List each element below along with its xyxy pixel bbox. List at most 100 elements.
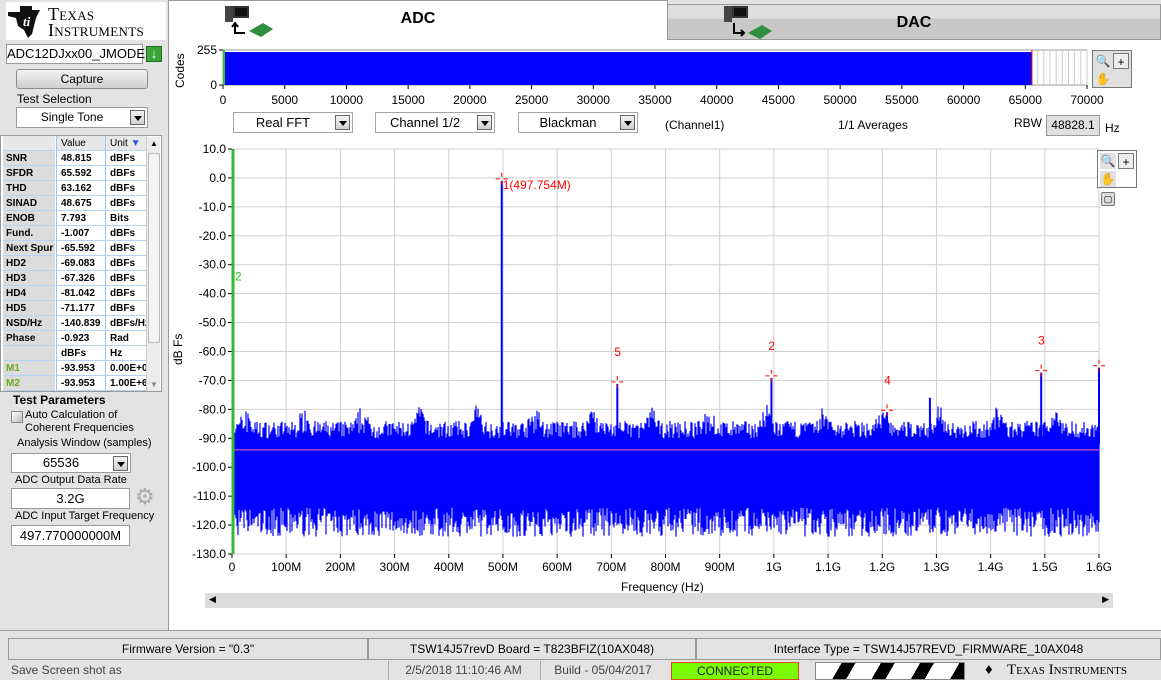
ti-logo-icon: ti — [8, 6, 40, 38]
table-row: HD2 -69.083 dBFs — [1, 256, 148, 271]
chevron-down-icon[interactable] — [477, 115, 492, 130]
zoom-icon[interactable]: 🔍 — [1095, 53, 1111, 69]
fft-type-dropdown[interactable]: Real FFT — [233, 112, 353, 133]
fft-xtick-label: 600M — [542, 560, 572, 574]
row-value: -69.083 — [56, 256, 106, 271]
row-value: -93.953 — [56, 376, 106, 391]
pan-hand-icon[interactable]: ✋ — [1095, 71, 1111, 87]
table-row: SNR 48.815 dBFs — [1, 151, 148, 166]
ti-logo: ti Texas Instruments — [6, 2, 166, 40]
scroll-left-icon[interactable]: ◀ — [209, 594, 216, 605]
chevron-down-icon[interactable] — [335, 115, 350, 130]
codes-xtick-label: 60000 — [947, 93, 981, 107]
header-unit[interactable]: Unit ▼ — [106, 136, 148, 151]
gear-icon[interactable]: ⚙ — [135, 484, 155, 510]
row-unit: dBFs — [106, 151, 148, 166]
fft-ytick-label: -10.0 — [199, 200, 227, 214]
fft-ytick-label: -60.0 — [199, 345, 227, 359]
firmware-version: Firmware Version = "0.3" — [8, 638, 368, 660]
capture-button[interactable]: Capture — [16, 69, 148, 89]
auto-calc-checkbox[interactable] — [11, 411, 23, 423]
row-name: ENOB — [3, 211, 55, 226]
pan-hand-icon[interactable]: ✋ — [1100, 171, 1116, 187]
test-params-title: Test Parameters — [13, 393, 106, 407]
table-scrollbar[interactable]: ▲ ▼ — [146, 137, 160, 391]
row-value: 48.675 — [56, 196, 106, 211]
interface-type: Interface Type = TSW14J57REVD_FIRMWARE_1… — [696, 638, 1161, 660]
row-unit: dBFs — [106, 181, 148, 196]
row-name: HD3 — [3, 271, 55, 286]
chevron-down-icon[interactable] — [620, 115, 635, 130]
channel-dropdown[interactable]: Channel 1/2 — [375, 112, 495, 133]
codes-xtick-label: 25000 — [515, 93, 549, 107]
header-value: Value — [56, 136, 106, 151]
auto-calc-label-1: Auto Calculation of — [25, 409, 118, 421]
scroll-thumb[interactable] — [148, 153, 160, 343]
analysis-window-dropdown[interactable]: 65536 — [11, 453, 131, 473]
reset-zoom-icon[interactable]: ▢ — [1101, 192, 1115, 206]
table-row: NSD/Hz -140.839 dBFs/Hz — [1, 316, 148, 331]
row-unit: dBFs — [106, 271, 148, 286]
tab-adc-label: ADC — [400, 10, 436, 27]
fft-xtick-label: 1.1G — [815, 560, 841, 574]
codes-chart-toolbox: 🔍 + ✋ — [1092, 50, 1132, 88]
chevron-down-icon[interactable] — [113, 456, 128, 471]
codes-ytick-label: 255 — [197, 43, 217, 57]
data-rate-label: ADC Output Data Rate — [15, 474, 127, 486]
peak-label: 2 — [768, 339, 775, 353]
target-freq-input[interactable]: 497.770000000M — [11, 525, 130, 546]
row-value: 63.162 — [56, 181, 106, 196]
device-select[interactable]: ADC12DJxx00_JMODE — [6, 44, 145, 64]
tab-adc[interactable]: ADC — [168, 0, 668, 40]
fft-ytick-label: -80.0 — [199, 402, 227, 416]
codes-xtick-label: 10000 — [330, 93, 364, 107]
green-down-arrow-icon[interactable]: ↓ — [146, 46, 162, 62]
crosshair-icon[interactable]: + — [1113, 53, 1129, 69]
test-selection-dropdown[interactable]: Single Tone — [16, 107, 148, 128]
fft-ytick-label: -100.0 — [192, 460, 226, 474]
scroll-right-icon[interactable]: ▶ — [1102, 594, 1109, 605]
save-screenshot-link[interactable]: Save Screen shot as — [11, 661, 122, 680]
codes-xtick-label: 50000 — [823, 93, 857, 107]
table-row: Next Spur -65.592 dBFs — [1, 241, 148, 256]
analysis-window-label: Analysis Window (samples) — [17, 437, 152, 449]
rbw-unit: Hz — [1105, 121, 1120, 135]
zoom-icon[interactable]: 🔍 — [1100, 153, 1116, 169]
crosshair-icon[interactable]: + — [1118, 153, 1134, 169]
fft-ytick-label: -130.0 — [192, 547, 226, 561]
row-unit: dBFs — [106, 286, 148, 301]
scroll-down-icon[interactable]: ▼ — [150, 380, 158, 389]
table-row: SINAD 48.675 dBFs — [1, 196, 148, 211]
data-rate-input[interactable]: 3.2G — [11, 488, 130, 509]
peak-label: 1(497.754M) — [503, 178, 571, 192]
svg-text:ti: ti — [23, 14, 31, 29]
peak-label: 4 — [884, 373, 891, 387]
tab-dac[interactable]: DAC — [667, 4, 1161, 40]
table-row: HD3 -67.326 dBFs — [1, 271, 148, 286]
window-dropdown[interactable]: Blackman — [518, 112, 638, 133]
row-unit: Bits — [106, 211, 148, 226]
fft-ytick-label: -50.0 — [199, 316, 227, 330]
ti-logo-icon: ♦ — [985, 661, 993, 678]
fft-ytick-label: -120.0 — [192, 518, 226, 532]
fft-hscrollbar[interactable]: ◀ ▶ — [205, 593, 1113, 608]
row-value: -67.326 — [56, 271, 106, 286]
scroll-up-icon[interactable]: ▲ — [150, 139, 158, 148]
fft-xtick-label: 300M — [380, 560, 410, 574]
fft-xtick-label: 700M — [596, 560, 626, 574]
row-value: -0.923 — [56, 331, 106, 346]
test-selection-label: Test Selection — [17, 92, 92, 106]
chevron-down-icon[interactable] — [130, 110, 145, 125]
row-value: -65.592 — [56, 241, 106, 256]
fft-xtick-label: 0 — [229, 560, 236, 574]
row-unit: Rad — [106, 331, 148, 346]
table-row: M2 -93.953 1.00E+6 — [1, 376, 148, 391]
header-name — [3, 136, 55, 151]
timestamp: 2/5/2018 11:10:46 AM — [388, 661, 538, 680]
row-unit: dBFs — [106, 241, 148, 256]
row-name: SFDR — [3, 166, 55, 181]
row-unit: Hz — [106, 346, 148, 361]
fft-ytick-label: -30.0 — [199, 258, 227, 272]
window-value: Blackman — [539, 115, 597, 130]
codes-xtick-label: 70000 — [1070, 93, 1104, 107]
